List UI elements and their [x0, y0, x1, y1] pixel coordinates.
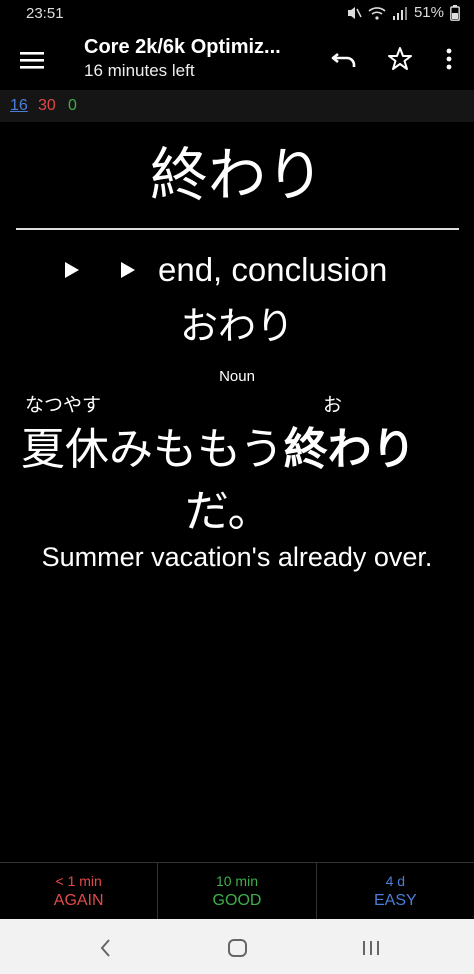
good-interval: 10 min [215, 873, 258, 889]
status-time: 23:51 [26, 5, 64, 22]
status-icons: 51% [346, 4, 460, 21]
easy-button[interactable]: 4 d EASY [317, 863, 474, 919]
new-count: 16 [10, 97, 28, 114]
sentence-target-word: 終わり [283, 424, 416, 475]
learning-count: 30 [38, 97, 56, 114]
home-icon[interactable] [226, 936, 250, 960]
furigana: なつやす [25, 394, 102, 416]
easy-label: EASY [373, 892, 417, 909]
play-audio-icon[interactable] [118, 260, 138, 280]
reading-text: おわり [179, 304, 294, 348]
flashcard[interactable]: 終わり end, conclusion おわり Noun なつやす お 夏休みも… [0, 122, 474, 862]
mute-icon [347, 6, 362, 19]
review-count: 0 [68, 97, 77, 114]
sentence-plain: 夏休みももう [21, 424, 284, 475]
furigana: お [323, 394, 343, 416]
again-interval: < 1 min [55, 873, 102, 889]
answer-buttons: < 1 min AGAIN 10 min GOOD 4 d EASY [0, 862, 474, 919]
example-sentence-line-2: だ。 [185, 486, 272, 537]
time-left: 16 minutes left [84, 61, 195, 80]
meaning-text: end, conclusion [158, 251, 388, 288]
deck-title: Core 2k/6k Optimiz... [84, 36, 281, 58]
good-label: GOOD [212, 892, 262, 909]
toolbar-title-area: Core 2k/6k Optimiz... 16 minutes left [84, 36, 314, 81]
sentence-translation: Summer vacation's already over. [41, 542, 433, 572]
again-label: AGAIN [53, 892, 104, 909]
front-word: 終わり [149, 141, 324, 209]
good-button[interactable]: 10 min GOOD [158, 863, 317, 919]
star-icon[interactable] [385, 44, 415, 74]
back-icon[interactable] [94, 936, 118, 960]
card-counts: 16 30 0 [0, 90, 474, 122]
easy-interval: 4 d [385, 873, 406, 889]
part-of-speech: Noun [219, 368, 255, 385]
status-bar: 23:51 51% [0, 0, 474, 30]
battery-percent: 51% [413, 4, 444, 21]
system-nav-bar [0, 919, 474, 974]
signal-icon [392, 6, 407, 20]
toolbar: Core 2k/6k Optimiz... 16 minutes left [0, 30, 474, 90]
answer-divider [16, 228, 459, 230]
play-audio-icon[interactable] [62, 260, 82, 280]
more-vert-icon[interactable] [437, 44, 467, 74]
wifi-icon [368, 6, 386, 20]
again-button[interactable]: < 1 min AGAIN [0, 863, 159, 919]
menu-icon[interactable] [18, 48, 46, 72]
example-sentence-line-1: 夏休みももう終わり [21, 424, 416, 476]
battery-icon [450, 4, 460, 21]
undo-icon[interactable] [330, 44, 360, 74]
meaning-row: end, conclusion [0, 250, 474, 290]
recents-icon[interactable] [359, 936, 383, 960]
